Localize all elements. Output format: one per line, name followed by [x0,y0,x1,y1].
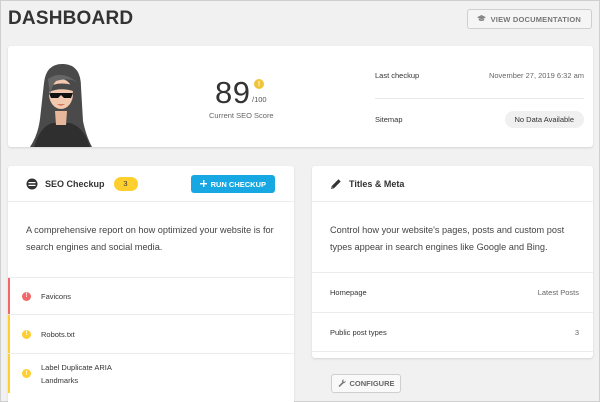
warning-icon: ! [22,329,31,339]
checkup-issue-list: ! Favicons ! Robots.txt ! Label Duplicat… [8,277,294,393]
configure-button[interactable]: CONFIGURE [331,374,401,393]
view-documentation-button[interactable]: VIEW DOCUMENTATION [466,9,592,29]
wrench-icon [338,379,346,389]
warning-icon: ! [22,369,31,378]
divider [375,98,584,99]
issue-count-badge: 3 [113,176,138,191]
seo-checkup-icon [26,178,38,190]
sitemap-label: Sitemap [375,114,403,124]
public-post-types-row[interactable]: Public post types 3 [312,312,593,352]
status-bar [8,278,10,314]
last-checkup-label: Last checkup [375,70,420,80]
pencil-icon [330,178,342,190]
list-item-label: Label Duplicate ARIA Landmarks [41,362,112,385]
seo-checkup-description: A comprehensive report on how optimized … [26,225,274,252]
avatar [26,61,96,148]
list-item-robots[interactable]: ! Robots.txt [8,314,294,353]
titles-meta-card: Titles & Meta Control how your website's… [312,166,593,358]
last-checkup-row: Last checkup November 27, 2019 6:32 am [375,66,584,84]
plus-icon [199,179,207,189]
warning-icon: ! [254,79,264,89]
homepage-label: Homepage [330,288,367,297]
list-item-favicons[interactable]: ! Favicons [8,277,294,314]
seo-score-value: 89 [215,75,251,110]
titles-meta-title: Titles & Meta [349,178,405,189]
summary-card: 89 ! /100 Current SEO Score Last checkup… [8,46,593,148]
status-bar [8,315,10,353]
graduation-cap-icon [476,14,486,24]
error-icon: ! [22,291,31,301]
seo-checkup-card: SEO Checkup 3 RUN CHECKUP A comprehensiv… [8,166,294,402]
list-item-label: Robots.txt [41,329,75,339]
run-checkup-label: RUN CHECKUP [210,179,266,189]
sitemap-row: Sitemap No Data Available [375,110,584,128]
page-title: DASHBOARD [8,8,134,29]
sitemap-status-badge: No Data Available [504,110,584,128]
public-post-types-value: 3 [574,327,579,337]
titles-meta-description: Control how your website's pages, posts … [330,225,565,252]
configure-label: CONFIGURE [349,379,395,388]
seo-score-label: Current SEO Score [209,111,274,120]
run-checkup-button[interactable]: RUN CHECKUP [190,175,275,193]
homepage-value: Latest Posts [537,288,579,297]
public-post-types-label: Public post types [330,327,387,337]
seo-score-max: /100 [252,95,267,104]
status-bar [8,354,10,393]
seo-checkup-title: SEO Checkup [45,178,105,189]
list-item-aria-landmarks[interactable]: ! Label Duplicate ARIA Landmarks [8,353,294,393]
homepage-row[interactable]: Homepage Latest Posts [312,272,593,312]
last-checkup-value: November 27, 2019 6:32 am [488,70,584,80]
titles-meta-header: Titles & Meta [312,166,593,202]
view-documentation-label: VIEW DOCUMENTATION [490,14,581,24]
list-item-label: Favicons [41,291,72,301]
